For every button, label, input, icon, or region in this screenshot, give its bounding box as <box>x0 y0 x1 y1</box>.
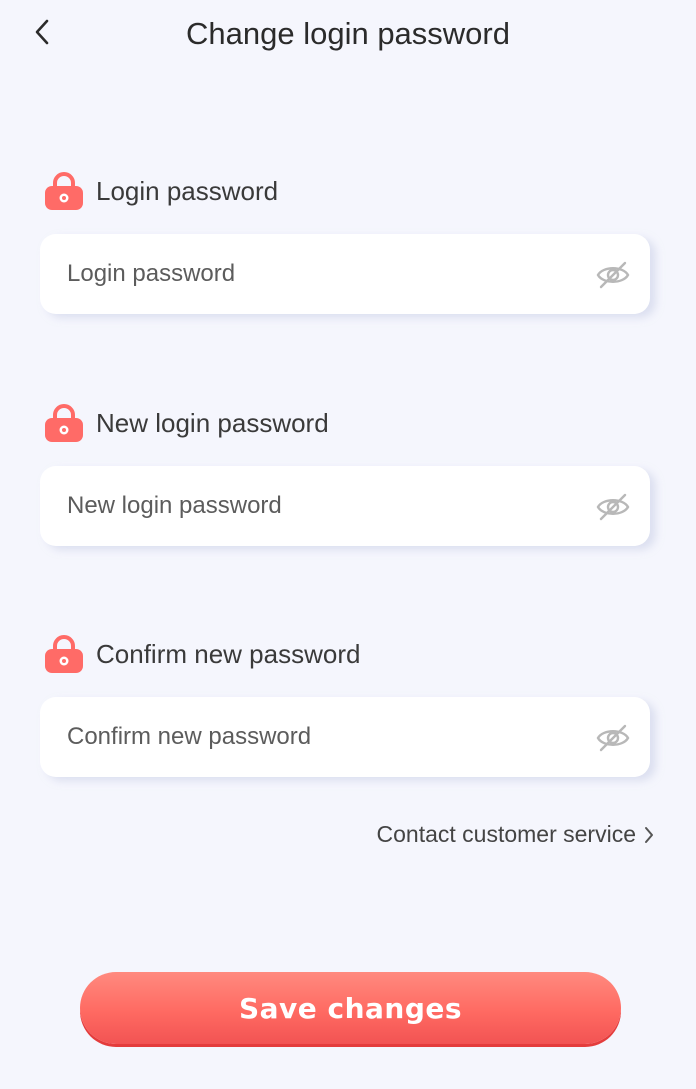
new-password-input[interactable] <box>65 485 569 527</box>
input-card <box>40 466 650 546</box>
password-visibility-toggle[interactable] <box>596 721 630 755</box>
lock-icon <box>45 404 83 442</box>
header-bar: Change login password <box>0 0 696 70</box>
lock-icon <box>45 172 83 210</box>
input-card <box>40 234 650 314</box>
eye-off-icon <box>596 724 630 752</box>
field-label-row: New login password <box>44 403 329 443</box>
eye-off-icon <box>596 261 630 289</box>
field-label-row: Login password <box>44 171 278 211</box>
contact-customer-service-link[interactable]: Contact customer service <box>377 821 654 848</box>
page-title: Change login password <box>186 16 510 51</box>
confirm-password-input[interactable] <box>65 716 569 758</box>
field-label: Login password <box>96 175 279 206</box>
field-label: New login password <box>96 407 329 438</box>
login-password-input[interactable] <box>65 253 569 295</box>
field-label-row: Confirm new password <box>44 634 360 674</box>
field-label: Confirm new password <box>96 638 361 669</box>
save-changes-button[interactable]: Save changes <box>80 972 621 1044</box>
contact-link-label: Contact customer service <box>376 821 636 847</box>
chevron-right-icon <box>645 826 653 843</box>
password-visibility-toggle[interactable] <box>596 258 630 292</box>
password-visibility-toggle[interactable] <box>596 490 630 524</box>
lock-icon <box>45 635 83 673</box>
input-card <box>40 697 650 777</box>
eye-off-icon <box>596 493 630 521</box>
